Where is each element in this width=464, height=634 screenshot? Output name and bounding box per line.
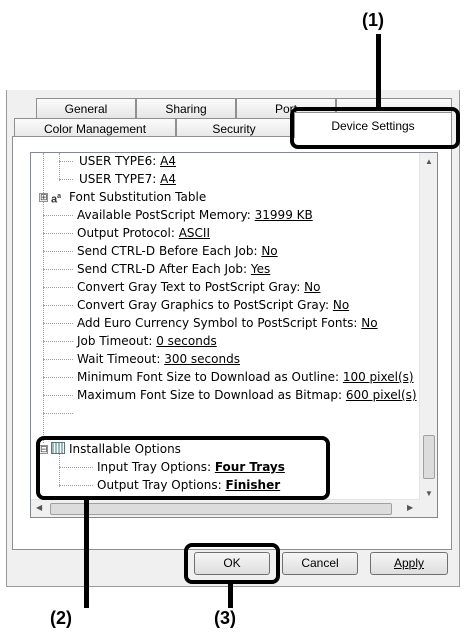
callout-2-label: (2) [50, 608, 72, 628]
tree-item-ctrl-d-after[interactable]: Send CTRL-D After Each Job: Yes [77, 260, 270, 278]
callout-3-leader [228, 582, 233, 608]
tree-item-job-timeout[interactable]: Job Timeout: 0 seconds [77, 332, 217, 350]
tree-item-label: Font Substitution Table [69, 190, 207, 204]
tree-item-value[interactable]: 600 pixel(s) [346, 388, 417, 402]
font-table-icon: aa [51, 193, 62, 206]
tree-item-label: Output Protocol: [77, 226, 179, 240]
tree-item-label: Minimum Font Size to Download as Outline… [77, 370, 343, 384]
vertical-scroll-thumb[interactable] [423, 435, 435, 479]
tree-item-gray-graphics[interactable]: Convert Gray Graphics to PostScript Gray… [77, 296, 349, 314]
tree-item-label: Convert Gray Text to PostScript Gray: [77, 280, 305, 294]
tree-item-euro-symbol[interactable]: Add Euro Currency Symbol to PostScript F… [77, 314, 378, 332]
tree-item-label: Available PostScript Memory: [77, 208, 255, 222]
tree-item-ps-memory[interactable]: Available PostScript Memory: 31999 KB [77, 206, 313, 224]
tree-item-label: Maximum Font Size to Download as Bitmap: [77, 388, 346, 402]
tree-item-value[interactable]: 100 pixel(s) [343, 370, 414, 384]
tree-item-user-type6[interactable]: USER TYPE6: A4 [79, 153, 176, 170]
tree-item-output-protocol[interactable]: Output Protocol: ASCII [77, 224, 210, 242]
tab-general[interactable]: General [36, 98, 136, 118]
horizontal-scroll-thumb[interactable] [50, 503, 392, 515]
callout-3-label: (3) [214, 608, 236, 628]
tree-item-label: USER TYPE7: [79, 172, 161, 186]
tree-item-label: Convert Gray Graphics to PostScript Gray… [77, 298, 333, 312]
tree-item-wait-timeout[interactable]: Wait Timeout: 300 seconds [77, 350, 240, 368]
callout-1-leader [376, 34, 381, 110]
tree-item-value[interactable]: No [261, 244, 277, 258]
tab-security[interactable]: Security [176, 118, 292, 138]
tree-item-value[interactable]: 0 seconds [156, 334, 217, 348]
tab-color-management[interactable]: Color Management [14, 118, 176, 138]
callout-2-highlight [36, 436, 330, 500]
tree-item-label: USER TYPE6: [79, 154, 161, 168]
horizontal-scrollbar[interactable]: ◀ ▶ [31, 499, 420, 517]
tree-item-value[interactable]: A4 [160, 172, 176, 186]
scroll-left-arrow-icon[interactable]: ◀ [36, 503, 42, 512]
callout-1-label: (1) [362, 10, 384, 30]
callout-3-highlight [184, 543, 280, 584]
tree-item-gray-text[interactable]: Convert Gray Text to PostScript Gray: No [77, 278, 320, 296]
tree-item-label: Send CTRL-D After Each Job: [77, 262, 251, 276]
tree-item-label: Add Euro Currency Symbol to PostScript F… [77, 316, 362, 330]
tree-item-label: Wait Timeout: [77, 352, 165, 366]
callout-2-leader [84, 498, 89, 608]
tree-item-value[interactable]: ASCII [179, 226, 210, 240]
tree-item-user-type7[interactable]: USER TYPE7: A4 [79, 170, 176, 188]
tree-item-min-font-outline[interactable]: Minimum Font Size to Download as Outline… [77, 368, 414, 386]
font-substitution-expander[interactable]: ⊞ [39, 193, 48, 202]
tree-item-font-substitution[interactable]: Font Substitution Table [69, 188, 206, 206]
tree-item-label: Send CTRL-D Before Each Job: [77, 244, 262, 258]
tree-item-value[interactable]: Yes [251, 262, 270, 276]
cancel-button[interactable]: Cancel [282, 552, 358, 575]
scroll-up-arrow-icon[interactable]: ▲ [425, 157, 433, 166]
tree-item-label: Job Timeout: [77, 334, 157, 348]
scroll-right-arrow-icon[interactable]: ▶ [407, 503, 413, 512]
tree-item-value[interactable]: No [361, 316, 377, 330]
scroll-down-arrow-icon[interactable]: ▼ [425, 489, 433, 498]
apply-button[interactable]: Apply [370, 552, 448, 575]
tree-item-value[interactable]: No [304, 280, 320, 294]
tree-item-max-font-bitmap[interactable]: Maximum Font Size to Download as Bitmap:… [77, 386, 417, 404]
tree-item-value[interactable]: 300 seconds [164, 352, 240, 366]
tab-sharing[interactable]: Sharing [136, 98, 236, 118]
tab-device-settings[interactable]: Device Settings [294, 112, 452, 138]
tree-item-value[interactable]: A4 [160, 154, 176, 168]
tree-item-ctrl-d-before[interactable]: Send CTRL-D Before Each Job: No [77, 242, 278, 260]
tree-item-value[interactable]: No [333, 298, 349, 312]
tree-item-value[interactable]: 31999 KB [255, 208, 313, 222]
vertical-scrollbar[interactable]: ▲ ▼ [419, 153, 437, 501]
scroll-corner [420, 500, 437, 517]
